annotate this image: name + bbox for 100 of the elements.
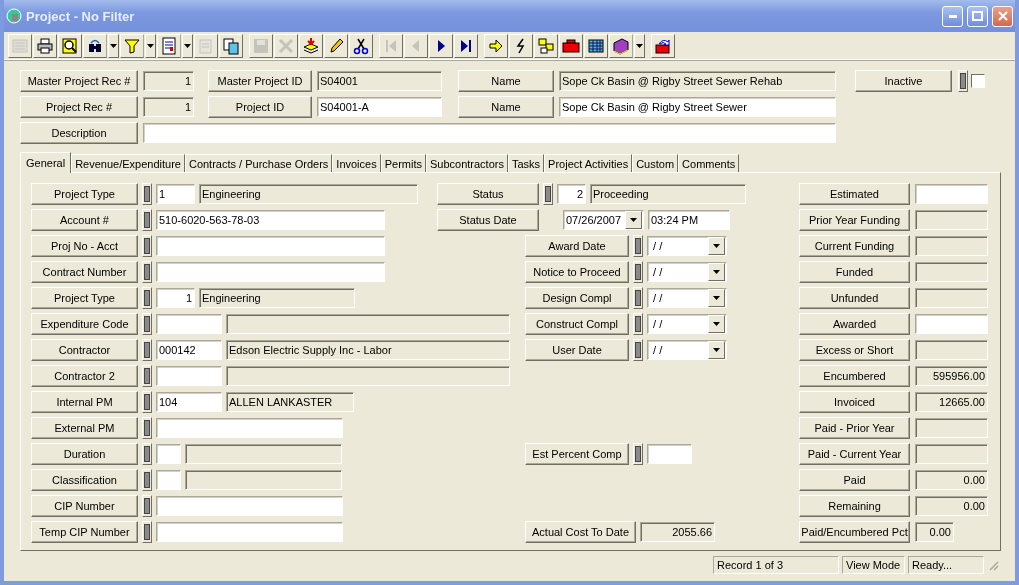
field-label-button[interactable]: Duration bbox=[31, 443, 138, 465]
date-field[interactable]: / / bbox=[647, 262, 727, 282]
indicator-button[interactable] bbox=[633, 287, 643, 309]
field-label-button[interactable]: Contractor 2 bbox=[31, 365, 138, 387]
toolbar-button[interactable] bbox=[33, 33, 57, 58]
indicator-button[interactable] bbox=[142, 521, 152, 543]
input-field[interactable] bbox=[156, 314, 222, 334]
indicator-button[interactable] bbox=[142, 365, 152, 387]
input-field[interactable] bbox=[156, 444, 181, 464]
input-field[interactable]: Sope Ck Basin @ Rigby Street Sewer bbox=[559, 97, 836, 117]
field-label-button[interactable]: Project Rec # bbox=[20, 96, 138, 118]
field-label-button[interactable]: Prior Year Funding bbox=[799, 209, 910, 231]
indicator-button[interactable] bbox=[142, 495, 152, 517]
date-field[interactable]: / / bbox=[647, 314, 727, 334]
input-field[interactable] bbox=[915, 184, 988, 204]
toolbar-button[interactable] bbox=[484, 33, 508, 58]
field-label-button[interactable]: Encumbered bbox=[799, 365, 910, 387]
field-label-button[interactable]: Paid bbox=[799, 469, 910, 491]
field-label-button[interactable]: Construct Compl bbox=[525, 313, 629, 335]
indicator-button[interactable] bbox=[543, 183, 553, 205]
dropdown-button[interactable] bbox=[708, 263, 725, 281]
indicator-button[interactable] bbox=[142, 339, 152, 361]
dropdown-button[interactable] bbox=[108, 33, 119, 58]
field-label-button[interactable]: Design Compl bbox=[525, 287, 629, 309]
field-label-button[interactable]: Current Funding bbox=[799, 235, 910, 257]
input-field[interactable] bbox=[156, 236, 385, 256]
field-label-button[interactable]: Funded bbox=[799, 261, 910, 283]
tab[interactable]: Subcontractors bbox=[425, 154, 508, 172]
field-label-button[interactable]: Paid/Encumbered Pct bbox=[799, 521, 910, 543]
input-field[interactable] bbox=[156, 470, 181, 490]
indicator-button[interactable] bbox=[958, 70, 968, 92]
dropdown-button[interactable] bbox=[708, 341, 725, 359]
indicator-button[interactable] bbox=[142, 391, 152, 413]
input-field[interactable] bbox=[156, 496, 343, 516]
field-label-button[interactable]: Awarded bbox=[799, 313, 910, 335]
indicator-button[interactable] bbox=[142, 287, 152, 309]
field-label-button[interactable]: Est Percent Comp bbox=[525, 443, 629, 465]
tab[interactable]: Project Activities bbox=[544, 154, 633, 172]
field-label-button[interactable]: Project ID bbox=[208, 96, 312, 118]
input-field[interactable]: 2 bbox=[557, 184, 586, 204]
field-label-button[interactable]: Remaining bbox=[799, 495, 910, 517]
field-label-button[interactable]: Paid - Prior Year bbox=[799, 417, 910, 439]
date-field[interactable]: / / bbox=[647, 288, 727, 308]
toolbar-button[interactable] bbox=[509, 33, 533, 58]
field-label-button[interactable]: Proj No - Acct bbox=[31, 235, 138, 257]
tab[interactable]: General bbox=[20, 152, 72, 173]
toolbar-button[interactable] bbox=[299, 33, 323, 58]
field-label-button[interactable]: Description bbox=[20, 122, 138, 144]
field-label-button[interactable]: User Date bbox=[525, 339, 629, 361]
field-label-button[interactable]: External PM bbox=[31, 417, 138, 439]
indicator-button[interactable] bbox=[142, 443, 152, 465]
toolbar-button[interactable] bbox=[83, 33, 107, 58]
field-label-button[interactable]: Paid - Current Year bbox=[799, 443, 910, 465]
field-label-button[interactable]: Name bbox=[458, 96, 554, 118]
field-label-button[interactable]: CIP Number bbox=[31, 495, 138, 517]
field-label-button[interactable]: Unfunded bbox=[799, 287, 910, 309]
input-field[interactable]: S04001-A bbox=[317, 97, 442, 117]
toolbar-button[interactable] bbox=[454, 33, 478, 58]
input-field[interactable] bbox=[156, 522, 343, 542]
field-label-button[interactable]: Expenditure Code bbox=[31, 313, 138, 335]
dropdown-button[interactable] bbox=[708, 237, 725, 255]
input-field[interactable] bbox=[143, 123, 836, 143]
tab[interactable]: Custom bbox=[632, 154, 679, 172]
input-field[interactable]: 1 bbox=[156, 184, 195, 204]
dropdown-button[interactable] bbox=[182, 33, 193, 58]
maximize-button[interactable] bbox=[967, 5, 988, 27]
indicator-button[interactable] bbox=[142, 235, 152, 257]
field-label-button[interactable]: Status Date bbox=[437, 209, 539, 231]
toolbar-button[interactable] bbox=[534, 33, 558, 58]
toolbar-button[interactable] bbox=[324, 33, 348, 58]
tab[interactable]: Invoices bbox=[332, 154, 381, 172]
input-field[interactable]: 03:24 PM bbox=[648, 210, 730, 230]
input-field[interactable] bbox=[915, 314, 988, 334]
toolbar-button[interactable] bbox=[120, 33, 144, 58]
dropdown-button[interactable] bbox=[145, 33, 156, 58]
field-label-button[interactable]: Notice to Proceed bbox=[525, 261, 629, 283]
toolbar-button[interactable] bbox=[349, 33, 373, 58]
input-field[interactable]: 510-6020-563-78-03 bbox=[156, 210, 385, 230]
toolbar-button[interactable] bbox=[429, 33, 453, 58]
tab[interactable]: Permits bbox=[380, 154, 426, 172]
dropdown-button[interactable] bbox=[625, 211, 642, 229]
input-field[interactable]: 1 bbox=[156, 288, 195, 308]
field-label-button[interactable]: Account # bbox=[31, 209, 138, 231]
input-field[interactable]: 000142 bbox=[156, 340, 222, 360]
field-label-button[interactable]: Master Project ID bbox=[208, 70, 312, 92]
indicator-button[interactable] bbox=[142, 313, 152, 335]
field-label-button[interactable]: Invoiced bbox=[799, 391, 910, 413]
field-label-button[interactable]: Excess or Short bbox=[799, 339, 910, 361]
field-label-button[interactable]: Project Type bbox=[31, 183, 138, 205]
toolbar-button[interactable] bbox=[219, 33, 243, 58]
indicator-button[interactable] bbox=[633, 313, 643, 335]
input-field[interactable] bbox=[156, 418, 343, 438]
indicator-button[interactable] bbox=[633, 235, 643, 257]
field-label-button[interactable]: Master Project Rec # bbox=[20, 70, 138, 92]
field-label-button[interactable]: Name bbox=[458, 70, 554, 92]
field-label-button[interactable]: Estimated bbox=[799, 183, 910, 205]
tab[interactable]: Revenue/Expenditure bbox=[71, 154, 185, 172]
indicator-button[interactable] bbox=[142, 183, 152, 205]
date-field[interactable]: 07/26/2007 bbox=[563, 210, 644, 230]
input-field[interactable]: 104 bbox=[156, 392, 222, 412]
